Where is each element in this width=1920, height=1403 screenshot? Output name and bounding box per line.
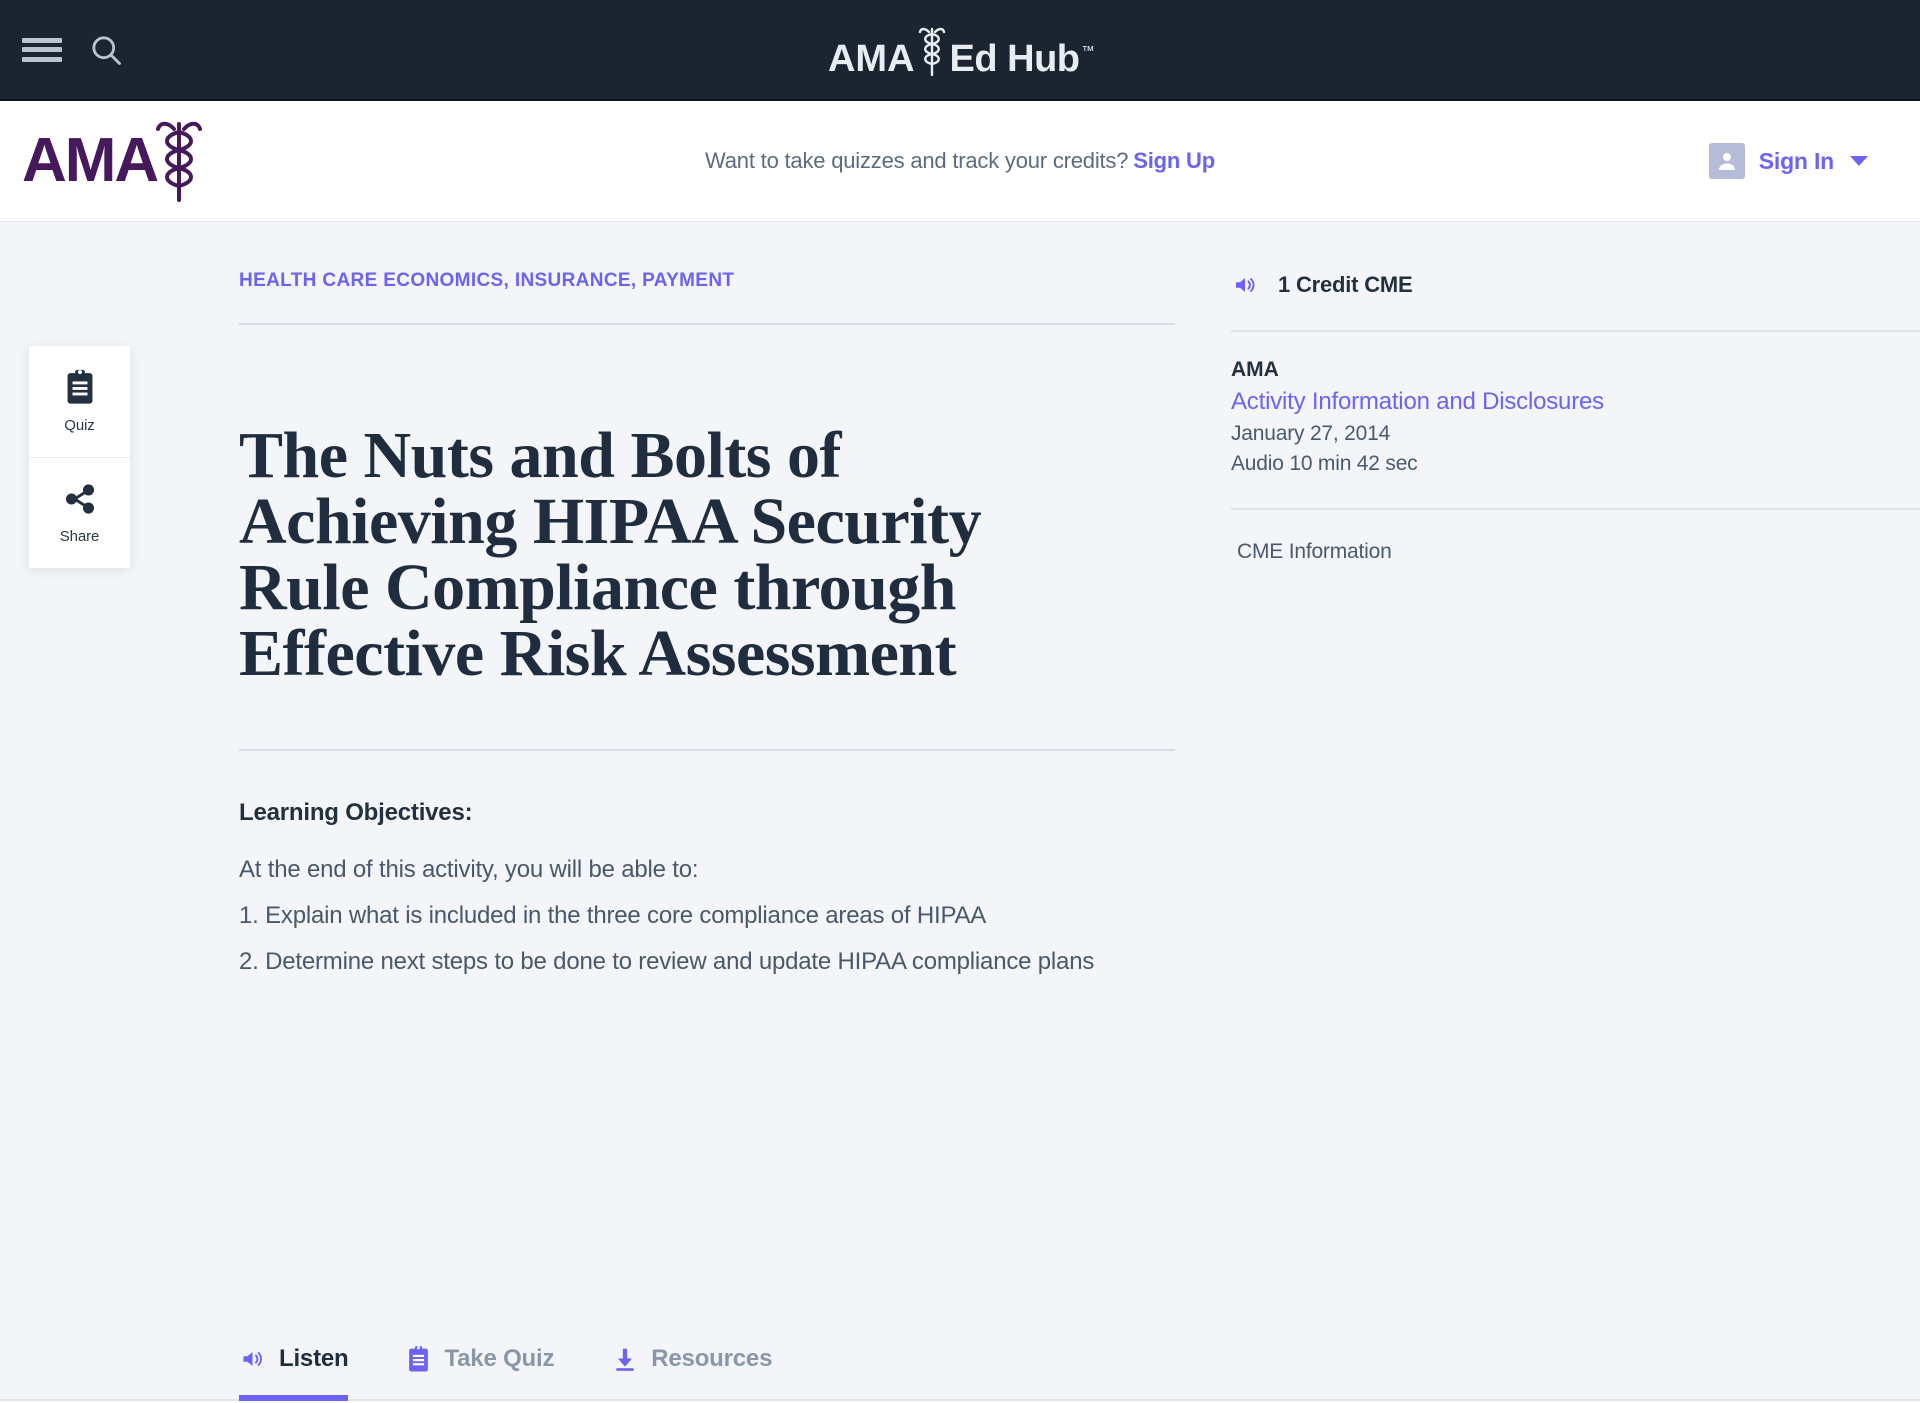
signup-link[interactable]: Sign Up xyxy=(1133,148,1215,173)
global-topbar: AMA Ed Hub ™ xyxy=(0,0,1920,101)
logo-edhub-word: Ed Hub xyxy=(949,37,1080,80)
learning-objective-1: 1. Explain what is included in the three… xyxy=(239,902,987,930)
chevron-down-icon xyxy=(1850,156,1868,166)
tab-listen[interactable]: Listen xyxy=(239,1345,349,1401)
site-subheader: AMA Want to take quizzes and track your … xyxy=(0,101,1920,222)
activity-meta-block: AMA Activity Information and Disclosures… xyxy=(1231,358,1920,476)
article-column: HEALTH CARE ECONOMICS, INSURANCE, PAYMEN… xyxy=(0,270,1175,985)
tab-take-quiz-label: Take Quiz xyxy=(444,1345,555,1372)
clipboard-icon xyxy=(409,1346,429,1372)
sidebar-divider-2 xyxy=(1231,508,1920,510)
tab-resources[interactable]: Resources xyxy=(612,1345,772,1401)
download-icon xyxy=(616,1348,634,1371)
page-body: Quiz Share HEALTH CARE ECONOMICS, INSURA… xyxy=(0,222,1920,1401)
signup-promo: Want to take quizzes and track your cred… xyxy=(705,148,1215,174)
learning-objectives-intro: At the end of this activity, you will be… xyxy=(239,856,699,883)
learning-objectives-heading: Learning Objectives: xyxy=(239,799,473,826)
hamburger-icon[interactable] xyxy=(22,34,62,66)
content-tabbar: Listen Take Quiz Resources xyxy=(239,1345,830,1401)
ama-edhub-logo-text: AMA Ed Hub ™ xyxy=(827,19,1095,81)
learning-objectives-section: Learning Objectives: At the end of this … xyxy=(239,799,1219,985)
logo-trademark: ™ xyxy=(1081,42,1095,58)
signup-promo-text: Want to take quizzes and track your cred… xyxy=(705,148,1129,173)
divider-mid xyxy=(239,749,1175,751)
page-title: The Nuts and Bolts of Achieving HIPAA Se… xyxy=(239,419,982,690)
cme-information-link[interactable]: CME Information xyxy=(1231,540,1920,564)
signin-label: Sign In xyxy=(1758,147,1834,174)
content-columns: HEALTH CARE ECONOMICS, INSURANCE, PAYMEN… xyxy=(0,222,1920,985)
quiz-action-label: Quiz xyxy=(64,417,95,434)
tab-resources-label: Resources xyxy=(651,1345,773,1372)
floating-action-card: Quiz Share xyxy=(29,346,130,568)
ama-logo[interactable]: AMA xyxy=(22,118,207,204)
media-duration: Audio 10 min 42 sec xyxy=(1231,452,1418,475)
logo-ama-word: AMA xyxy=(827,37,915,80)
share-nodes-icon xyxy=(65,483,94,514)
audio-speaker-icon xyxy=(243,1352,262,1366)
signin-menu[interactable]: Sign In xyxy=(1708,143,1868,179)
caduceus-icon xyxy=(156,121,203,202)
search-icon[interactable] xyxy=(88,32,124,68)
clipboard-icon xyxy=(67,369,92,404)
person-icon xyxy=(1708,143,1745,179)
audio-speaker-icon xyxy=(1236,278,1255,292)
credit-label: 1 Credit CME xyxy=(1278,272,1413,297)
tab-listen-label: Listen xyxy=(279,1345,349,1372)
activity-sidebar: 1 Credit CME AMA Activity Information an… xyxy=(1175,270,1920,985)
ama-logo-text: AMA xyxy=(22,126,159,195)
topic-breadcrumb-link[interactable]: HEALTH CARE ECONOMICS, INSURANCE, PAYMEN… xyxy=(239,270,734,292)
divider-top xyxy=(239,323,1175,325)
credit-row: 1 Credit CME xyxy=(1231,272,1920,298)
share-action-label: Share xyxy=(59,527,100,545)
publish-date: January 27, 2014 xyxy=(1231,422,1391,445)
sidebar-divider-1 xyxy=(1231,330,1920,332)
quiz-action-button[interactable]: Quiz xyxy=(29,346,130,457)
caduceus-icon xyxy=(918,27,945,76)
activity-disclosures-link[interactable]: Activity Information and Disclosures xyxy=(1231,388,1920,416)
ama-edhub-logo[interactable]: AMA Ed Hub ™ xyxy=(827,0,1095,99)
share-action-button[interactable]: Share xyxy=(29,457,130,568)
topbar-left-controls xyxy=(0,32,124,68)
learning-objective-2: 2. Determine next steps to be done to re… xyxy=(239,948,1095,976)
tab-take-quiz[interactable]: Take Quiz xyxy=(406,1345,554,1401)
provider-name: AMA xyxy=(1231,358,1279,381)
